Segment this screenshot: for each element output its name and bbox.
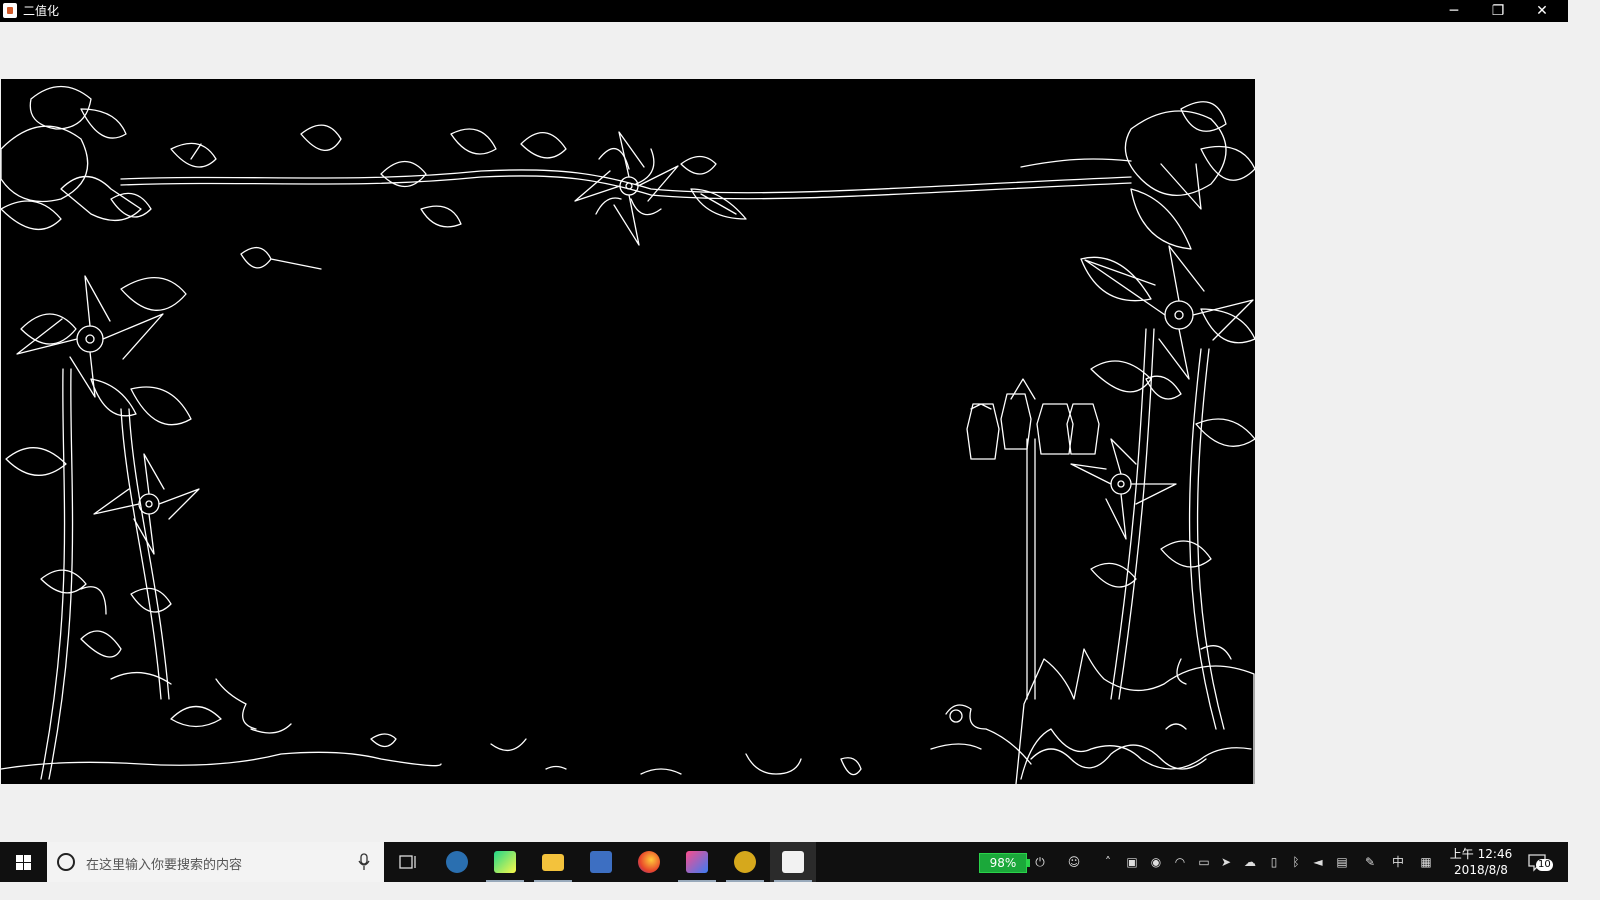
usb-icon[interactable]: ▯ <box>1266 854 1282 870</box>
edge-drawing <box>1 86 1255 784</box>
clock-time: 12:46 <box>1477 847 1513 861</box>
task-view-button[interactable] <box>384 842 430 882</box>
taskbar-java-app[interactable] <box>770 842 816 882</box>
window-title: 二值化 <box>23 4 60 18</box>
network-adapter-icon[interactable]: ▣ <box>1124 854 1140 870</box>
taskbar-ultraedit[interactable] <box>722 842 768 882</box>
bluetooth-icon[interactable]: ᛒ <box>1288 854 1304 870</box>
power-plug-icon[interactable]: ⏻ <box>1032 854 1048 870</box>
java-app-icon <box>3 3 17 18</box>
taskbar-file-explorer[interactable] <box>530 842 576 882</box>
taskbar-firefox[interactable] <box>626 842 672 882</box>
notification-count: 10 <box>1536 859 1553 871</box>
microphone-icon[interactable] <box>357 853 371 871</box>
battery-tray-icon[interactable]: ▭ <box>1196 854 1212 870</box>
firefox-icon <box>638 851 660 873</box>
taskbar-clock[interactable]: 上午 12:46 2018/8/8 <box>1444 846 1518 878</box>
ultraedit-icon <box>734 851 756 873</box>
taskbar: 在这里输入你要搜索的内容 98% ⏻ ☺ ˄ ▣ ◉ ◠ ▭ ➤ ☁ ▯ ᛒ ◄… <box>0 842 1568 882</box>
display-icon[interactable]: ▤ <box>1334 854 1350 870</box>
file-explorer-icon <box>542 854 564 871</box>
java-app-icon <box>782 851 804 873</box>
cloud-icon[interactable]: ☁ <box>1242 854 1258 870</box>
media-app-icon <box>446 851 468 873</box>
send-icon[interactable]: ➤ <box>1218 854 1234 870</box>
app-tray-icon[interactable]: ◉ <box>1148 854 1164 870</box>
pycharm-icon <box>494 851 516 873</box>
clock-date: 2018/8/8 <box>1454 863 1508 877</box>
top-vine <box>120 169 1132 194</box>
task-view-icon <box>399 855 416 869</box>
action-center-button[interactable]: 10 <box>1526 850 1553 874</box>
ime-language[interactable]: 中 <box>1390 854 1406 870</box>
wifi-icon[interactable]: ◠ <box>1172 854 1188 870</box>
title-bar[interactable]: 二值化 ─ ❐ ✕ <box>0 0 1568 22</box>
pen-icon[interactable]: ✎ <box>1362 854 1378 870</box>
intellij-icon <box>686 851 708 873</box>
start-button[interactable] <box>0 842 47 882</box>
cortana-icon <box>57 853 75 871</box>
clock-period: 上午 <box>1449 847 1474 861</box>
keyboard-grid-icon[interactable]: ▦ <box>1418 854 1434 870</box>
chevron-up-icon[interactable]: ˄ <box>1100 854 1116 870</box>
people-icon[interactable]: ☺ <box>1066 854 1082 870</box>
binarized-image <box>1 79 1255 784</box>
taskbar-remote-desktop[interactable] <box>578 842 624 882</box>
volume-icon[interactable]: ◄ <box>1310 854 1326 870</box>
taskbar-pycharm[interactable] <box>482 842 528 882</box>
taskbar-media-app[interactable] <box>434 842 480 882</box>
search-placeholder: 在这里输入你要搜索的内容 <box>86 858 243 873</box>
battery-indicator[interactable]: 98% <box>979 853 1030 873</box>
restore-button[interactable]: ❐ <box>1476 0 1520 22</box>
taskbar-search-box[interactable]: 在这里输入你要搜索的内容 <box>47 842 384 882</box>
taskbar-intellij[interactable] <box>674 842 720 882</box>
minimize-button[interactable]: ─ <box>1432 0 1476 22</box>
close-button[interactable]: ✕ <box>1520 0 1564 22</box>
remote-desktop-icon <box>590 851 612 873</box>
windows-logo-icon <box>16 855 31 870</box>
